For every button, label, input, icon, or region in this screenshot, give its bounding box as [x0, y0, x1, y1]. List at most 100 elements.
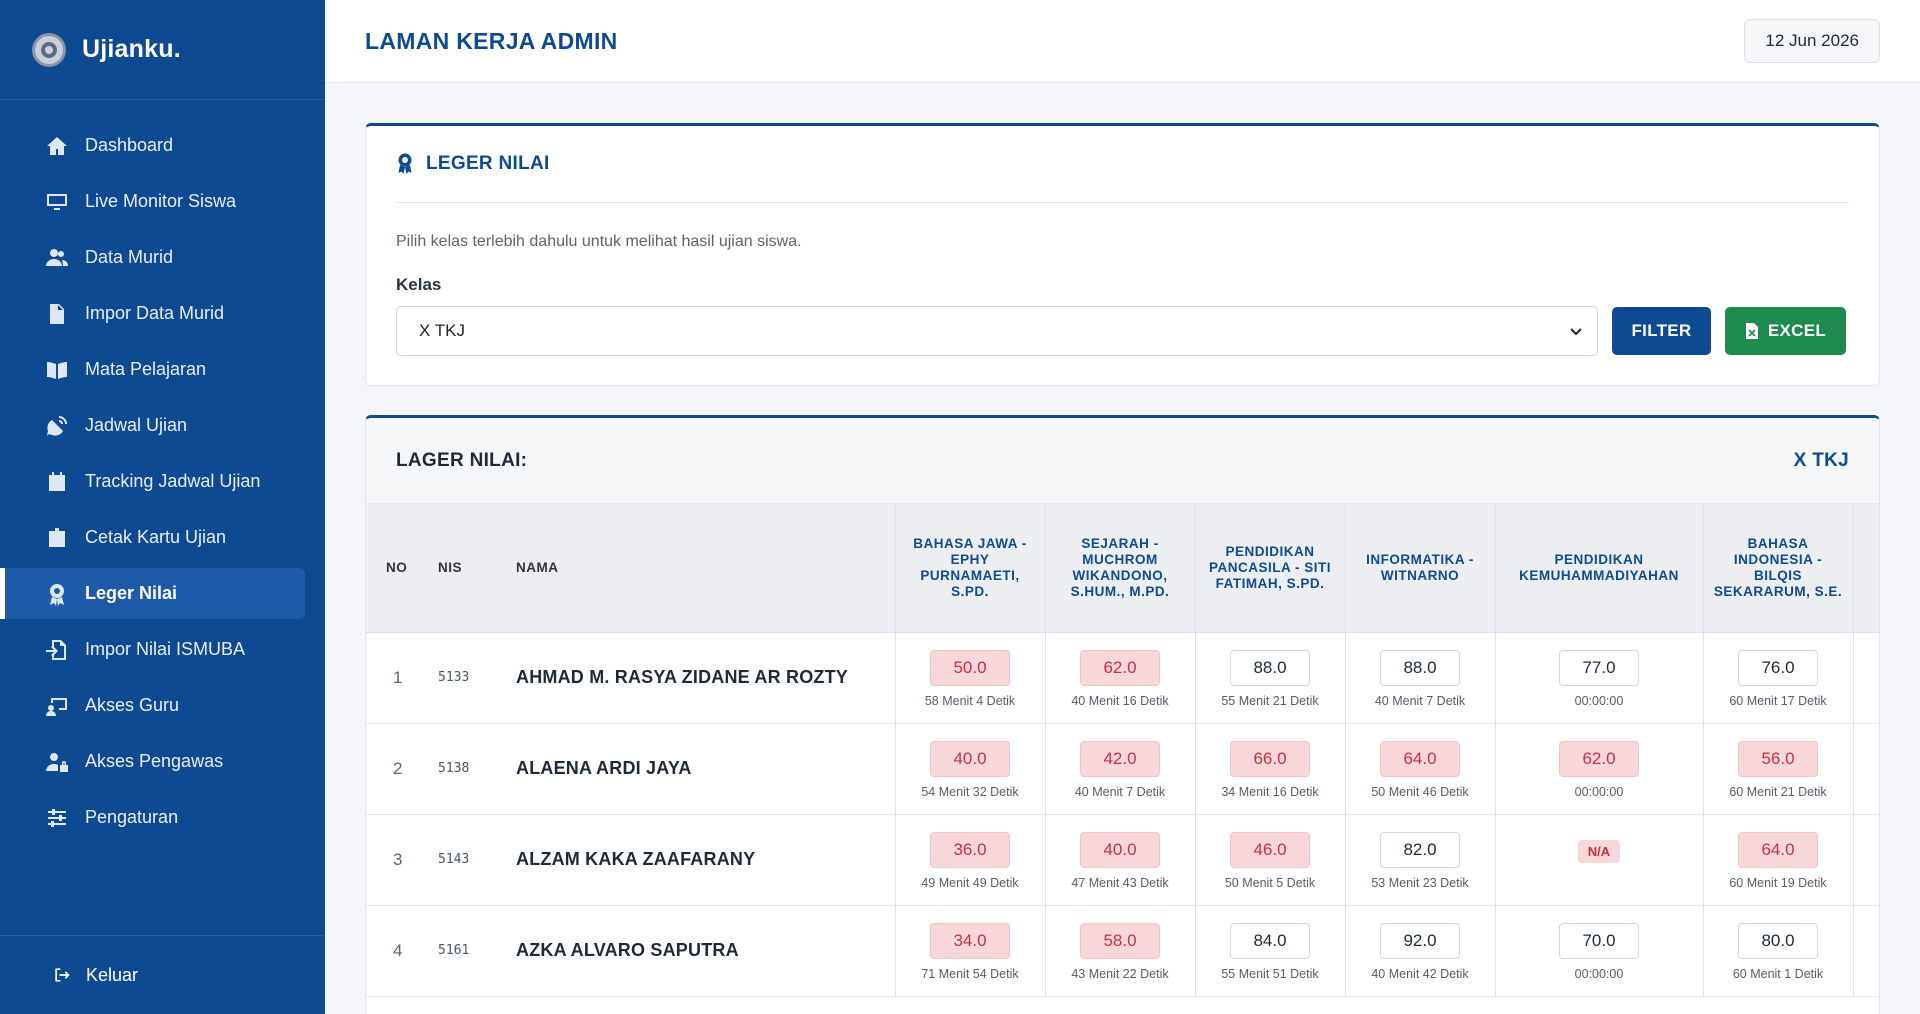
- sidebar-item-label: Leger Nilai: [85, 583, 178, 603]
- sidebar-item-label: Dashboard: [85, 135, 174, 155]
- book-icon: [44, 357, 70, 383]
- brand[interactable]: Ujianku.: [0, 0, 325, 100]
- col-header-subject[interactable]: BAHASA JAWA - EPHY PURNAMAETI, S.PD.: [894, 504, 1045, 633]
- col-header-subject[interactable]: PENDIDIKAN KEMUHAMMADIYAHAN: [1494, 504, 1703, 633]
- score-value: 80.0: [1738, 923, 1818, 959]
- score-duration: 60 Menit 1 Detik: [1732, 967, 1824, 981]
- score-value: 40.0: [930, 741, 1010, 777]
- sidebar-item-akses-pengawas[interactable]: Akses Pengawas: [0, 736, 305, 787]
- col-header-subject[interactable]: PENDIDIKAN PANCASILA - SITI FATIMAH, S.P…: [1194, 504, 1345, 633]
- sidebar-item-label: Jadwal Ujian: [85, 415, 188, 435]
- app-name: Ujianku.: [82, 35, 181, 63]
- logout-button[interactable]: Keluar: [0, 935, 325, 1014]
- row-number: 2: [366, 723, 430, 815]
- score-duration: 60 Menit 19 Detik: [1729, 876, 1827, 890]
- sidebar-item-live-monitor-siswa[interactable]: Live Monitor Siswa: [0, 176, 305, 227]
- sidebar-item-label: Live Monitor Siswa: [85, 191, 237, 211]
- col-header-nis[interactable]: NIS: [430, 504, 508, 633]
- score-duration: 00:00:00: [1574, 967, 1624, 981]
- score-value: 58.0: [1080, 923, 1160, 959]
- sidebar-item-label: Akses Pengawas: [85, 751, 224, 771]
- sidebar-item-jadwal-ujian[interactable]: Jadwal Ujian: [0, 400, 305, 451]
- student-nis: 5138: [430, 723, 508, 815]
- filter-row: X TKJ FILTER EXCEL: [396, 306, 1849, 356]
- row-number: 1: [366, 632, 430, 724]
- extra-cell: [1852, 723, 1879, 815]
- score-na-badge: N/A: [1577, 839, 1621, 863]
- col-header-subject[interactable]: INFORMATIKA - WITNARNO: [1344, 504, 1495, 633]
- sidebar-item-akses-guru[interactable]: Akses Guru: [0, 680, 305, 731]
- sidebar-item-tracking-jadwal-ujian[interactable]: Tracking Jadwal Ujian: [0, 456, 305, 507]
- sidebar-item-data-murid[interactable]: Data Murid: [0, 232, 305, 283]
- col-header-subject[interactable]: SEJARAH - MUCHROM WIKANDONO, S.HUM., M.P…: [1044, 504, 1195, 633]
- helper-text: Pilih kelas terlebih dahulu untuk meliha…: [396, 233, 802, 250]
- score-cell: 64.0 60 Menit 19 Detik: [1702, 814, 1853, 906]
- score-value: 92.0: [1380, 923, 1460, 959]
- score-duration: 50 Menit 5 Detik: [1224, 876, 1316, 890]
- score-cell: 80.0 60 Menit 1 Detik: [1702, 905, 1853, 997]
- score-duration: 40 Menit 16 Detik: [1071, 694, 1169, 708]
- sidebar-item-label: Data Murid: [85, 247, 174, 267]
- extra-cell: [1852, 814, 1879, 906]
- score-value: 70.0: [1559, 923, 1639, 959]
- csv-file-icon: [44, 301, 70, 327]
- table-body: 1 5133 AHMAD M. RASYA ZIDANE AR ROZTY 50.0 5…: [366, 632, 1879, 997]
- col-header-subject[interactable]: BAHASA INDONESIA - BILQIS SEKARARUM, S.E…: [1702, 504, 1853, 633]
- score-value: 64.0: [1738, 832, 1818, 868]
- score-cell: 88.0 55 Menit 21 Detik: [1194, 632, 1345, 724]
- sidebar-item-mata-pelajaran[interactable]: Mata Pelajaran: [0, 344, 305, 395]
- score-cell: 92.0 40 Menit 42 Detik: [1344, 905, 1495, 997]
- score-cell: 84.0 55 Menit 51 Detik: [1194, 905, 1345, 997]
- score-cell: 36.0 49 Menit 49 Detik: [894, 814, 1045, 906]
- user-lock-icon: [44, 749, 70, 775]
- sidebar-item-cetak-kartu-ujian[interactable]: Cetak Kartu Ujian: [0, 512, 305, 563]
- excel-button[interactable]: EXCEL: [1725, 307, 1846, 355]
- sidebar-item-label: Cetak Kartu Ujian: [85, 527, 227, 547]
- filter-card-title: LEGER NILAI: [426, 153, 550, 174]
- filter-button[interactable]: FILTER: [1612, 307, 1711, 355]
- score-cell: 58.0 43 Menit 22 Detik: [1044, 905, 1195, 997]
- score-cell: 40.0 54 Menit 32 Detik: [894, 723, 1045, 815]
- users-icon: [44, 245, 70, 271]
- score-duration: 71 Menit 54 Detik: [921, 967, 1019, 981]
- score-value: 46.0: [1230, 832, 1310, 868]
- leger-table-card: LAGER NILAI: X TKJ NO NIS NAMA BAHASA JA…: [365, 415, 1880, 1014]
- home-icon: [44, 133, 70, 159]
- score-value: 40.0: [1080, 832, 1160, 868]
- score-cell: 88.0 40 Menit 7 Detik: [1344, 632, 1495, 724]
- student-name: ALAENA ARDI JAYA: [508, 723, 895, 815]
- table-row: 4 5161 AZKA ALVARO SAPUTRA 34.0 71 Menit 54 …: [366, 905, 1879, 997]
- sidebar-item-pengaturan[interactable]: Pengaturan: [0, 792, 305, 843]
- sidebar-item-dashboard[interactable]: Dashboard: [0, 120, 305, 171]
- col-header-extra: [1852, 504, 1879, 633]
- sidebar-item-impor-nilai-ismuba[interactable]: Impor Nilai ISMUBA: [0, 624, 305, 675]
- score-cell: 82.0 53 Menit 23 Detik: [1344, 814, 1495, 906]
- score-duration: 00:00:00: [1574, 785, 1624, 799]
- sidebar-item-label: Impor Nilai ISMUBA: [85, 639, 246, 659]
- score-cell: 70.0 00:00:00: [1494, 905, 1703, 997]
- score-value: 36.0: [930, 832, 1010, 868]
- award-icon: [44, 581, 70, 607]
- score-duration: 40 Menit 7 Detik: [1074, 785, 1166, 799]
- kelas-select-value: X TKJ: [419, 321, 465, 340]
- table-card-kelas: X TKJ: [1793, 449, 1849, 471]
- score-value: 88.0: [1380, 650, 1460, 686]
- score-cell: 62.0 40 Menit 16 Detik: [1044, 632, 1195, 724]
- score-duration: 40 Menit 42 Detik: [1371, 967, 1469, 981]
- score-cell: 76.0 60 Menit 17 Detik: [1702, 632, 1853, 724]
- sidebar-item-leger-nilai[interactable]: Leger Nilai: [0, 568, 305, 619]
- filter-button-label: FILTER: [1631, 321, 1692, 340]
- kelas-select[interactable]: X TKJ: [396, 306, 1598, 356]
- score-duration: 50 Menit 46 Detik: [1371, 785, 1469, 799]
- score-value: 62.0: [1559, 741, 1639, 777]
- col-header-no[interactable]: NO: [366, 504, 430, 633]
- score-value: 77.0: [1559, 650, 1639, 686]
- score-value: 56.0: [1738, 741, 1818, 777]
- score-value: 50.0: [930, 650, 1010, 686]
- col-header-nama[interactable]: NAMA: [508, 504, 895, 633]
- sidebar-item-impor-data-murid[interactable]: Impor Data Murid: [0, 288, 305, 339]
- excel-button-label: EXCEL: [1767, 321, 1827, 340]
- student-nis: 5161: [430, 905, 508, 997]
- table-row: 1 5133 AHMAD M. RASYA ZIDANE AR ROZTY 50.0 5…: [366, 632, 1879, 724]
- id-badge-icon: [44, 525, 70, 551]
